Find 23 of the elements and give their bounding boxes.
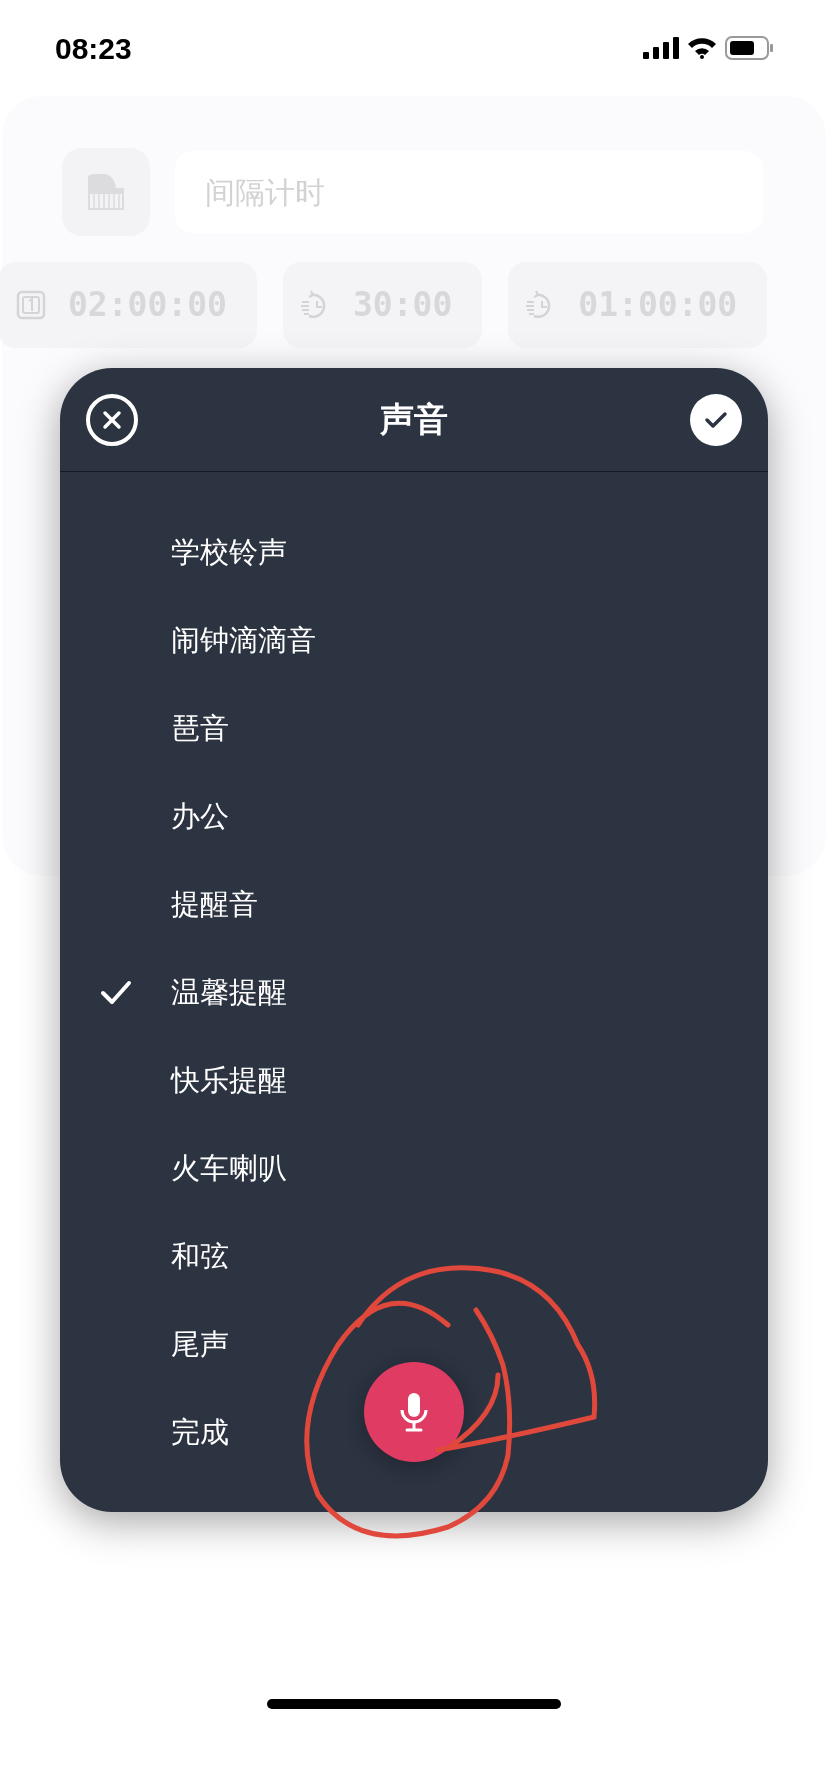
sound-option[interactable]: 闹钟滴滴音 xyxy=(60,597,768,685)
close-icon xyxy=(102,409,122,430)
wifi-icon xyxy=(687,37,717,59)
sound-option[interactable]: 和弦 xyxy=(60,1213,768,1301)
confirm-button[interactable] xyxy=(690,393,742,446)
dialog-title: 声音 xyxy=(380,398,448,441)
sound-option[interactable]: 学校铃声 xyxy=(60,509,768,597)
sound-option[interactable]: 完成 xyxy=(60,1389,768,1477)
battery-icon xyxy=(725,36,773,60)
sound-option[interactable]: 快乐提醒 xyxy=(60,1037,768,1125)
sound-option[interactable]: 火车喇叭 xyxy=(60,1125,768,1213)
check-icon xyxy=(99,980,132,1006)
status-time: 08:23 xyxy=(55,30,132,67)
sound-option[interactable]: 提醒音 xyxy=(60,861,768,949)
microphone-icon xyxy=(399,1392,429,1432)
sound-option[interactable]: 温馨提醒 xyxy=(60,949,768,1037)
sound-option[interactable]: 办公 xyxy=(60,773,768,861)
check-icon xyxy=(704,409,728,430)
counter-icon xyxy=(16,290,46,320)
sound-option[interactable]: 尾声 xyxy=(60,1301,768,1389)
signal-icon xyxy=(643,37,679,59)
close-button[interactable] xyxy=(86,393,138,446)
sound-option[interactable]: 琶音 xyxy=(60,685,768,773)
